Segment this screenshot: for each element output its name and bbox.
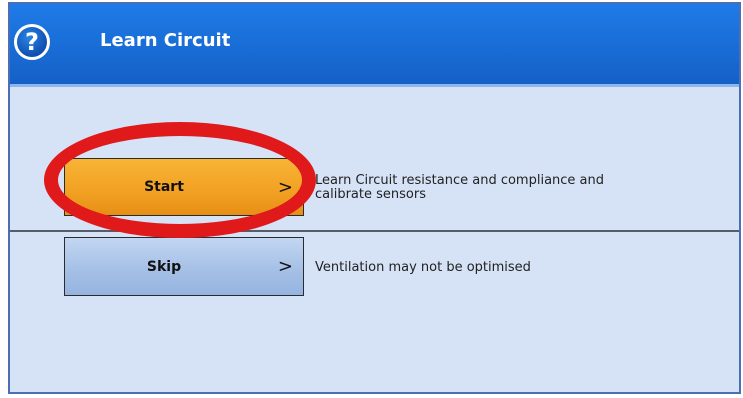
start-button-label: Start xyxy=(144,179,184,195)
chevron-right-icon: > xyxy=(277,176,293,198)
title-bar: ? Learn Circuit xyxy=(10,4,739,87)
help-icon[interactable]: ? xyxy=(14,24,50,60)
start-button[interactable]: Start > xyxy=(64,158,304,216)
screen: ? Learn Circuit Start > Learn Circuit re… xyxy=(0,0,743,398)
skip-description: Ventilation may not be optimised xyxy=(315,260,531,275)
skip-button[interactable]: Skip > xyxy=(64,237,304,296)
divider xyxy=(10,230,739,232)
chevron-right-icon: > xyxy=(277,256,293,277)
start-description: Learn Circuit resistance and compliance … xyxy=(315,173,605,202)
dialog-title: Learn Circuit xyxy=(100,30,231,51)
skip-button-label: Skip xyxy=(146,258,182,275)
